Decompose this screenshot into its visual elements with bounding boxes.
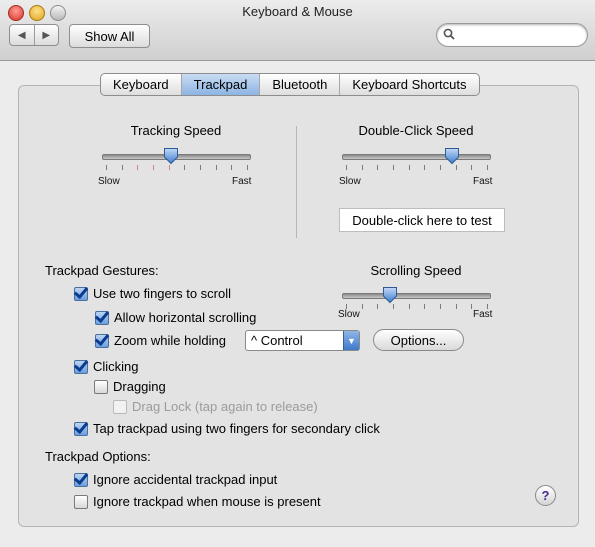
tracking-fast-label: Fast — [232, 176, 252, 187]
tracking-speed-label: Tracking Speed — [130, 123, 222, 138]
slider-tick — [216, 165, 217, 170]
slider-tick — [409, 304, 410, 309]
ignore-when-mouse-label: Ignore trackpad when mouse is present — [93, 494, 321, 509]
back-button[interactable]: ◀ — [10, 25, 35, 45]
checkbox-box — [74, 286, 88, 301]
slider-tick — [137, 165, 138, 170]
two-finger-scroll-label: Use two fingers to scroll — [93, 286, 231, 301]
back-arrow-icon: ◀ — [17, 29, 26, 41]
double-click-speed-label: Double-Click Speed — [358, 123, 474, 138]
slider-tick — [456, 304, 457, 309]
slider-tick — [440, 165, 441, 170]
dragging-label: Dragging — [113, 379, 166, 394]
clicking-label: Clicking — [93, 359, 139, 374]
secondary-click-label: Tap trackpad using two fingers for secon… — [93, 421, 380, 436]
show-all-button[interactable]: Show All — [69, 24, 150, 48]
tab-bluetooth[interactable]: Bluetooth — [260, 74, 341, 95]
preferences-window: Keyboard & Mouse ◀ ▶ Show All Keyboard T… — [0, 0, 595, 547]
checkbox-box — [74, 494, 88, 509]
slider-tick — [184, 165, 185, 170]
checkbox-box — [94, 379, 108, 394]
slider-knob[interactable] — [444, 147, 460, 165]
checkbox-box — [74, 359, 88, 374]
popup-arrow-icon: ▼ — [343, 331, 359, 350]
slider-knob[interactable] — [163, 147, 179, 165]
slider-tick — [471, 304, 472, 309]
slider-tick — [424, 165, 425, 170]
forward-button[interactable]: ▶ — [35, 25, 59, 45]
slider-tick — [153, 165, 154, 170]
slider-tick — [456, 165, 457, 170]
zoom-options-button[interactable]: Options... — [373, 329, 464, 351]
checkbox-box — [113, 399, 127, 414]
trackpad-gestures-label: Trackpad Gestures: — [45, 263, 159, 278]
scrolling-fast-label: Fast — [473, 309, 493, 320]
slider-tick — [169, 165, 170, 170]
horizontal-scroll-label: Allow horizontal scrolling — [114, 310, 257, 325]
slider-tick — [440, 304, 441, 309]
horizontal-scroll-checkbox[interactable]: Allow horizontal scrolling — [95, 310, 256, 325]
title-bar: Keyboard & Mouse ◀ ▶ Show All — [0, 0, 595, 61]
divider — [296, 126, 297, 238]
dragging-checkbox[interactable]: Dragging — [94, 379, 166, 394]
slider-tick — [122, 165, 123, 170]
tab-bar: Keyboard Trackpad Bluetooth Keyboard Sho… — [100, 73, 480, 96]
slider-tick — [231, 165, 232, 170]
slider-knob[interactable] — [382, 286, 398, 304]
zoom-label: Zoom while holding — [114, 333, 227, 348]
slider-tick — [247, 165, 248, 170]
drag-lock-label: Drag Lock (tap again to release) — [132, 399, 318, 414]
slider-tick — [362, 165, 363, 170]
double-click-slow-label: Slow — [339, 176, 361, 187]
double-click-fast-label: Fast — [473, 176, 493, 187]
slider-tick — [424, 304, 425, 309]
checkbox-box — [74, 421, 88, 436]
zoom-modifier-popup[interactable]: ^ Control ▼ — [245, 330, 360, 351]
tracking-speed-slider[interactable] — [102, 147, 251, 173]
scrolling-slow-label: Slow — [338, 309, 360, 320]
search-input[interactable] — [461, 26, 583, 44]
slider-tick — [362, 304, 363, 309]
forward-arrow-icon: ▶ — [42, 29, 51, 41]
zoom-checkbox[interactable]: Zoom while holding — [95, 333, 226, 348]
search-icon — [443, 28, 455, 40]
trackpad-options-label: Trackpad Options: — [45, 449, 151, 464]
help-button[interactable]: ? — [535, 485, 556, 506]
double-click-speed-slider[interactable] — [342, 147, 491, 173]
scrolling-speed-label: Scrolling Speed — [370, 263, 462, 278]
slider-tick — [377, 304, 378, 309]
slider-tick — [471, 165, 472, 170]
back-forward-control: ◀ ▶ — [9, 24, 59, 46]
tab-trackpad[interactable]: Trackpad — [181, 74, 261, 95]
slider-tick — [487, 165, 488, 170]
slider-tick — [393, 165, 394, 170]
slider-tick — [200, 165, 201, 170]
tracking-slow-label: Slow — [98, 176, 120, 187]
ignore-accidental-label: Ignore accidental trackpad input — [93, 472, 278, 487]
slider-tick — [409, 165, 410, 170]
tab-keyboard-shortcuts[interactable]: Keyboard Shortcuts — [340, 74, 478, 95]
ignore-accidental-checkbox[interactable]: Ignore accidental trackpad input — [74, 472, 277, 487]
clicking-checkbox[interactable]: Clicking — [74, 359, 139, 374]
secondary-click-checkbox[interactable]: Tap trackpad using two fingers for secon… — [74, 421, 380, 436]
checkbox-box — [95, 333, 109, 348]
scrolling-speed-slider[interactable] — [342, 286, 491, 312]
slider-track — [342, 293, 491, 299]
drag-lock-checkbox: Drag Lock (tap again to release) — [113, 399, 318, 414]
slider-tick — [346, 165, 347, 170]
zoom-modifier-value: ^ Control — [251, 333, 303, 348]
ignore-when-mouse-checkbox[interactable]: Ignore trackpad when mouse is present — [74, 494, 321, 509]
checkbox-box — [74, 472, 88, 487]
slider-tick — [106, 165, 107, 170]
slider-tick — [377, 165, 378, 170]
checkbox-box — [95, 310, 109, 325]
double-click-test-field[interactable]: Double-click here to test — [339, 208, 505, 232]
slider-tick — [393, 304, 394, 309]
window-title: Keyboard & Mouse — [242, 4, 353, 19]
tab-keyboard[interactable]: Keyboard — [101, 74, 182, 95]
slider-track — [342, 154, 491, 160]
search-field[interactable] — [436, 23, 588, 47]
two-finger-scroll-checkbox[interactable]: Use two fingers to scroll — [74, 286, 231, 301]
